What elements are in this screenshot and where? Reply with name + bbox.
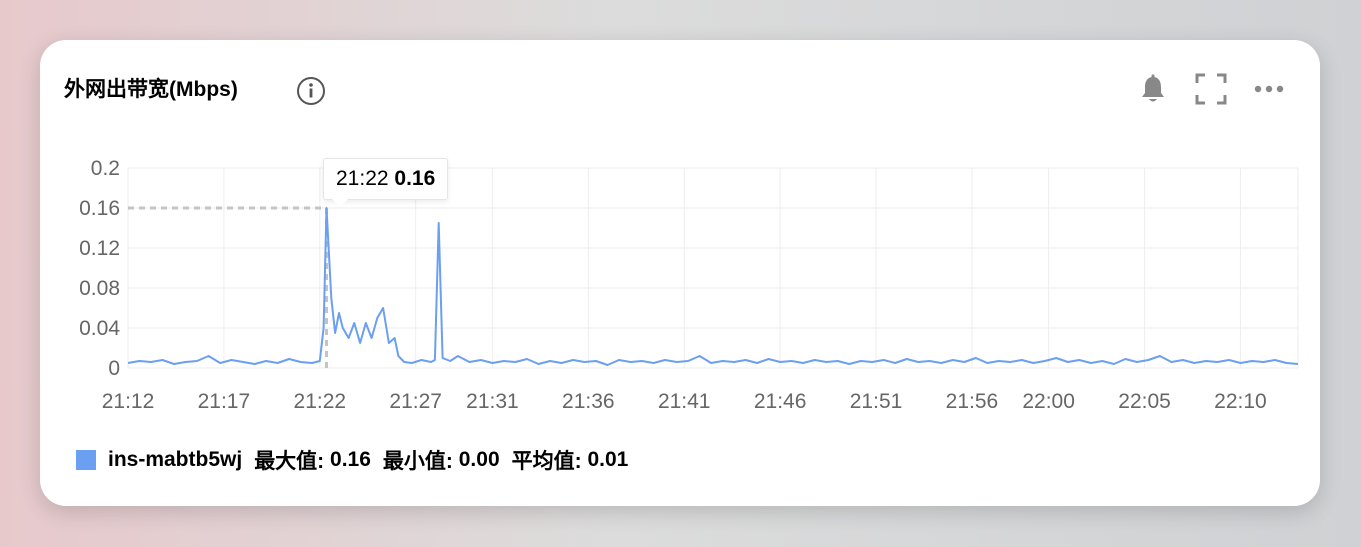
x-tick-label: 21:27 bbox=[389, 390, 442, 413]
legend-swatch bbox=[76, 450, 96, 470]
x-tick-label: 21:41 bbox=[658, 390, 711, 413]
x-tick-label: 21:22 bbox=[294, 390, 347, 413]
x-tick-label: 21:51 bbox=[850, 390, 903, 413]
x-tick-label: 21:17 bbox=[198, 390, 251, 413]
legend-avg-label: 平均值: bbox=[511, 450, 582, 473]
y-tick-label: 0.04 bbox=[79, 317, 120, 340]
tooltip-value: 0.16 bbox=[394, 167, 436, 190]
y-tick-label: 0.12 bbox=[79, 237, 120, 260]
legend-max-value: 0.16 bbox=[330, 448, 371, 471]
legend-avg-value: 0.01 bbox=[587, 448, 629, 471]
x-tick-label: 21:56 bbox=[946, 390, 999, 413]
chart-card: 外网出带宽(Mbps) 0 0.04 0.08 0.12 0.16 0.2 21:12 21:… bbox=[40, 40, 1320, 506]
x-tick-label: 22:00 bbox=[1022, 390, 1075, 413]
tooltip-time: 21:22 bbox=[336, 167, 389, 190]
series-line bbox=[127, 207, 1299, 366]
x-tick-label: 21:36 bbox=[562, 390, 615, 413]
chart-tooltip: 21:22 0.16 bbox=[323, 158, 449, 207]
y-tick-label: 0.08 bbox=[79, 277, 120, 300]
chart-legend: ins-mabtb5wj 最大值: 0.16 最小值: 0.00 平均值: 0.… bbox=[76, 446, 628, 474]
legend-min-label: 最小值: bbox=[382, 450, 453, 473]
legend-min-value: 0.00 bbox=[458, 448, 500, 471]
legend-max-label: 最大值: bbox=[254, 450, 325, 473]
legend-series-name[interactable]: ins-mabtb5wj bbox=[108, 448, 242, 472]
x-tick-label: 22:10 bbox=[1214, 390, 1267, 413]
x-tick-label: 21:12 bbox=[102, 390, 155, 413]
y-tick-label: 0 bbox=[108, 357, 120, 380]
x-tick-label: 22:05 bbox=[1118, 390, 1171, 413]
x-tick-label: 21:31 bbox=[466, 390, 519, 413]
y-tick-label: 0.16 bbox=[79, 197, 120, 220]
y-tick-label: 0.2 bbox=[91, 157, 120, 180]
x-tick-label: 21:46 bbox=[754, 390, 807, 413]
line-chart[interactable]: 0 0.04 0.08 0.12 0.16 0.2 21:12 21:17 21:22 21:27… bbox=[40, 40, 1320, 506]
